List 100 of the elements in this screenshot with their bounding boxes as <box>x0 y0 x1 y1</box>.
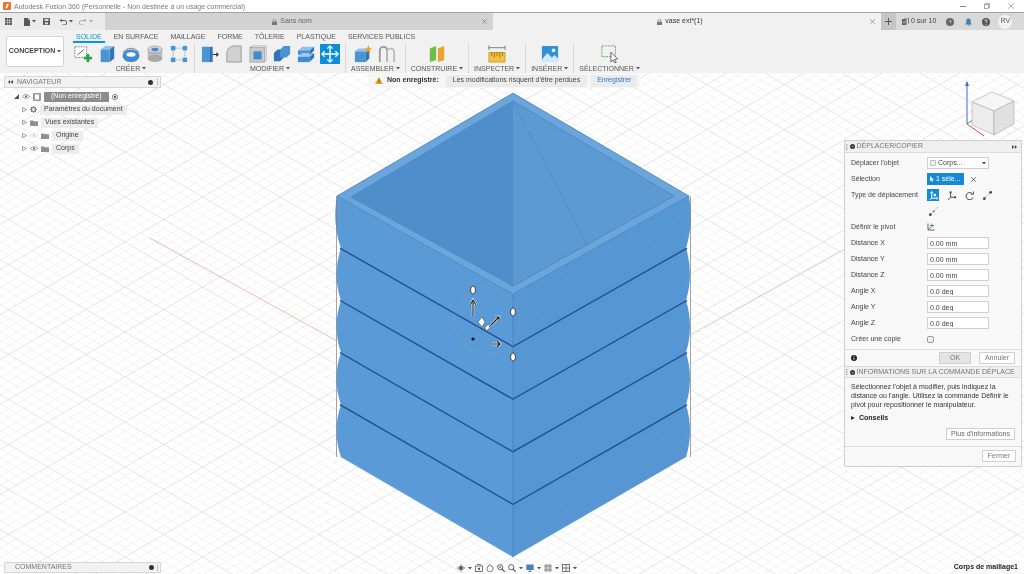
app-menu-icon[interactable] <box>5 18 12 25</box>
display-icon[interactable] <box>526 564 534 572</box>
close-icon[interactable] <box>482 19 487 24</box>
pattern-icon <box>170 44 188 63</box>
redo-arrow-icon <box>79 18 87 25</box>
clear-icon[interactable] <box>970 176 976 182</box>
move-arrows-icon <box>321 44 339 63</box>
caret-icon <box>635 67 640 70</box>
caret-icon <box>69 20 73 23</box>
fillet-icon <box>225 44 243 63</box>
component-icon <box>354 44 373 63</box>
file-menu-button[interactable] <box>24 17 36 26</box>
tool-button[interactable] <box>599 43 620 64</box>
move-type-button[interactable] <box>927 205 939 217</box>
selection-box-icon <box>600 44 619 63</box>
caret-icon <box>537 566 541 570</box>
caret-icon <box>89 20 93 23</box>
tool-button[interactable] <box>73 43 93 64</box>
caret-icon <box>468 566 472 570</box>
pin-dot-icon[interactable] <box>147 79 153 85</box>
tool-button[interactable] <box>169 43 189 64</box>
tool-button[interactable] <box>353 43 374 64</box>
panel-toggle-icon[interactable] <box>849 369 855 375</box>
combine-icon <box>273 44 291 63</box>
tool-button[interactable] <box>487 43 508 64</box>
eye-icon[interactable] <box>22 94 30 99</box>
clock-icon[interactable] <box>946 17 955 26</box>
caret-icon <box>519 566 523 570</box>
body-icon <box>930 160 936 166</box>
pin-dot-icon[interactable] <box>148 565 154 570</box>
help-icon[interactable] <box>982 17 991 26</box>
rotate-icon <box>964 190 974 200</box>
document-icon <box>33 92 41 101</box>
caret-icon <box>142 67 147 70</box>
caret-icon <box>573 566 577 570</box>
hand-icon[interactable] <box>486 564 494 572</box>
save-icon[interactable] <box>43 18 50 25</box>
tool-button[interactable] <box>320 43 340 64</box>
caret-icon <box>57 50 62 53</box>
image-icon <box>540 44 559 63</box>
cylinder-icon <box>146 44 164 63</box>
tool-button[interactable] <box>539 43 560 64</box>
zoom-window-icon[interactable] <box>508 564 516 572</box>
lock-icon <box>657 18 663 25</box>
planes-icon <box>427 44 446 63</box>
warning-icon <box>375 77 383 84</box>
point-to-position-icon <box>928 206 938 216</box>
caret-icon <box>982 161 986 165</box>
viewports-icon[interactable] <box>562 564 570 572</box>
zoom-icon[interactable] <box>497 564 505 572</box>
eye-icon[interactable] <box>30 146 38 151</box>
move-type-button[interactable] <box>945 189 957 201</box>
move-type-button[interactable] <box>963 189 975 201</box>
lock-icon <box>272 18 278 25</box>
caret-icon <box>516 67 521 70</box>
checkbox[interactable] <box>927 335 934 343</box>
bell-icon[interactable] <box>965 17 973 26</box>
new-tab-button[interactable] <box>881 13 896 30</box>
orbit-icon[interactable] <box>457 564 465 572</box>
collapse-arrows-icon[interactable] <box>8 80 13 84</box>
tool-button[interactable] <box>272 43 292 64</box>
close-icon[interactable] <box>870 19 875 24</box>
pivot-icon[interactable] <box>927 223 935 231</box>
minimize-icon[interactable] <box>960 5 966 7</box>
cursor-icon <box>930 176 934 182</box>
file-icon <box>24 17 30 26</box>
undo-arrow-icon <box>59 18 67 25</box>
undo-button[interactable] <box>59 18 73 25</box>
free-move-icon <box>928 190 938 200</box>
point-to-point-icon <box>982 190 992 200</box>
caret-icon <box>564 67 569 70</box>
push-pull-icon <box>201 44 219 63</box>
caret-icon <box>555 566 559 570</box>
tool-button[interactable] <box>377 43 398 64</box>
job-status-icon <box>902 18 909 25</box>
sketch-plus-icon <box>74 44 92 63</box>
grid-icon[interactable] <box>544 564 552 572</box>
caret-icon <box>286 67 291 70</box>
restore-icon[interactable] <box>984 3 990 9</box>
tool-button[interactable] <box>145 43 165 64</box>
axes-icon <box>946 190 956 200</box>
plus-icon <box>885 18 892 25</box>
panel-toggle-icon[interactable] <box>849 144 855 149</box>
gear-icon <box>30 106 37 113</box>
caret-icon <box>395 67 400 70</box>
close-icon[interactable] <box>1008 3 1014 9</box>
tool-button[interactable] <box>248 43 268 64</box>
cube-icon <box>98 44 116 63</box>
double-arrow-icon[interactable] <box>1012 144 1017 149</box>
info-icon <box>851 355 857 361</box>
ruler-icon <box>488 44 507 63</box>
caret-icon <box>459 67 464 70</box>
layers-icon <box>297 44 315 63</box>
shell-icon <box>249 44 267 63</box>
look-at-icon[interactable] <box>475 564 483 572</box>
joint-icon <box>378 44 397 63</box>
caret-icon <box>32 20 36 23</box>
move-type-button[interactable] <box>981 189 993 201</box>
triangle-icon[interactable] <box>14 94 19 99</box>
target-icon[interactable] <box>111 93 118 100</box>
